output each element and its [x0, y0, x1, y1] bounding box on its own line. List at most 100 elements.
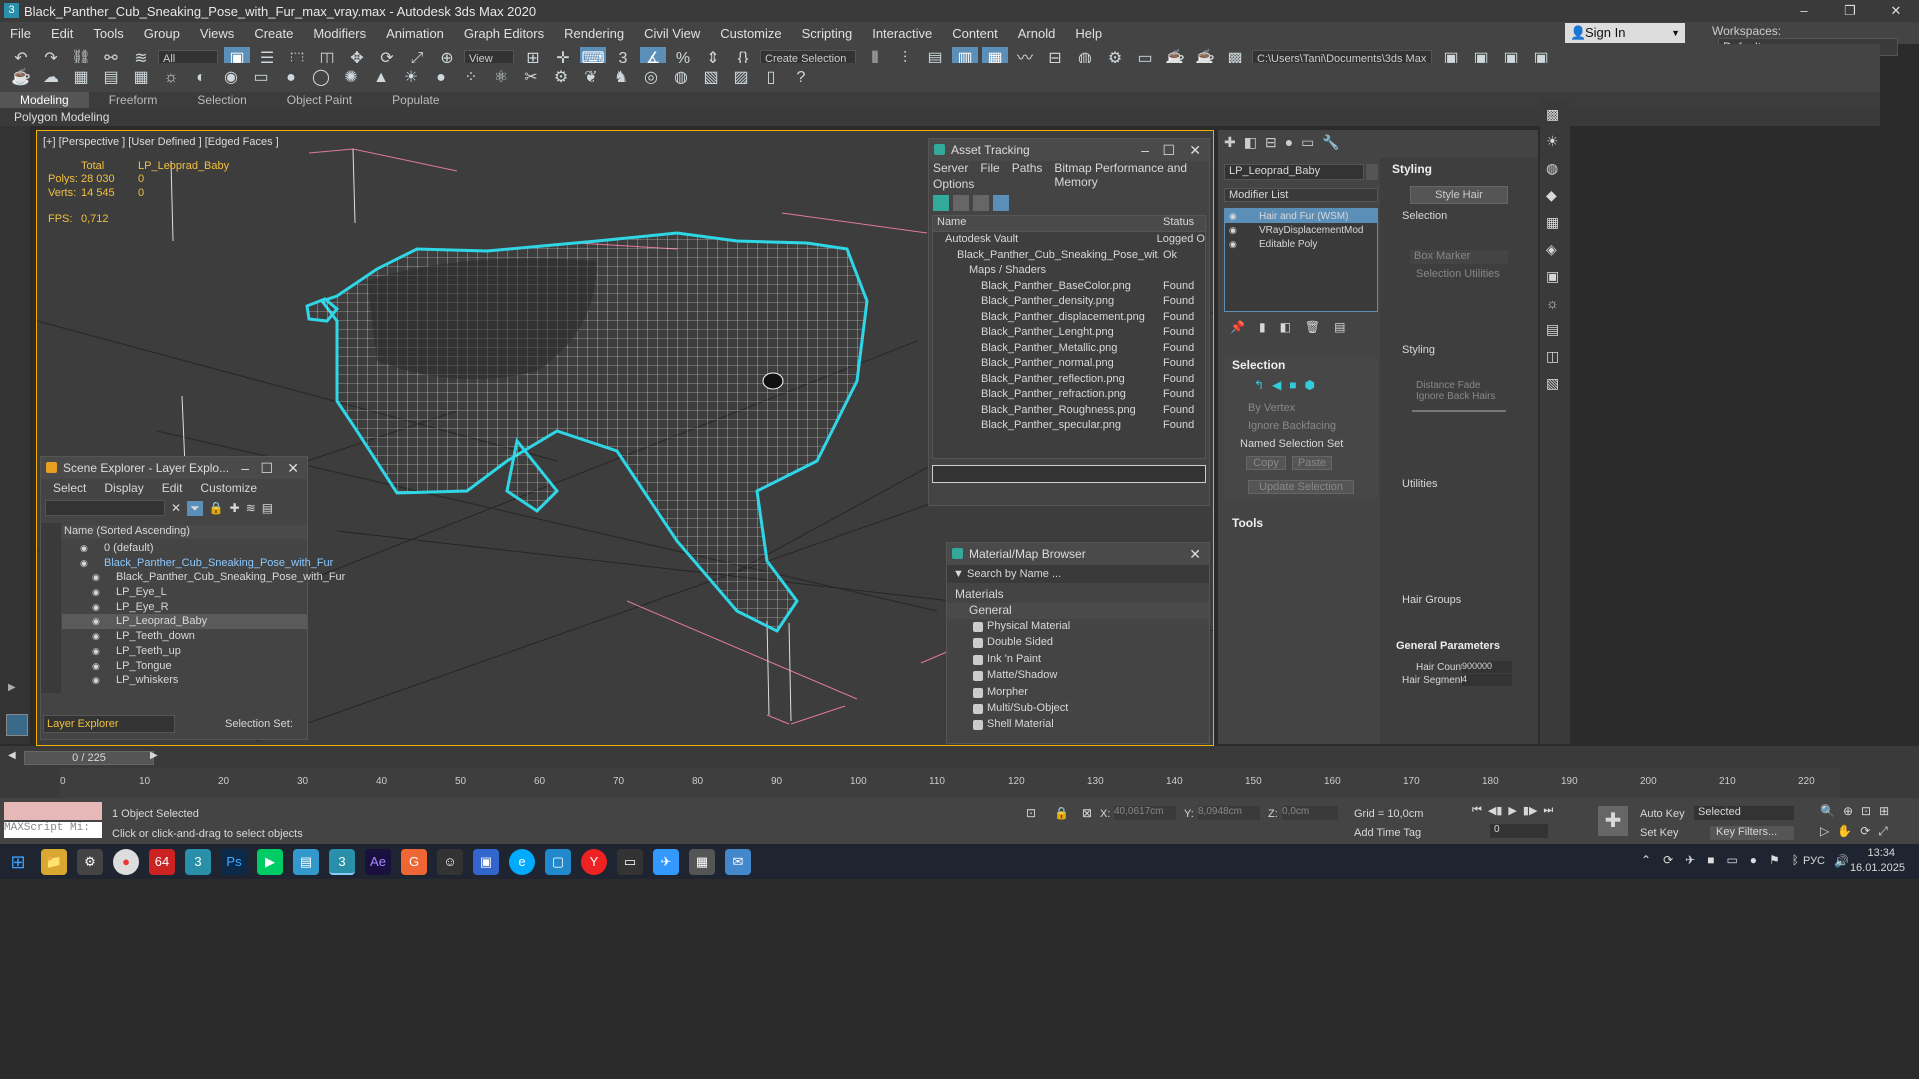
- maxscript-mini-input[interactable]: MAXScript Mi:: [4, 822, 102, 838]
- pan-icon[interactable]: ✋: [1837, 824, 1852, 839]
- create-tab-icon[interactable]: ✚: [1224, 134, 1236, 152]
- app-64-icon[interactable]: 64: [149, 848, 175, 875]
- eye-icon[interactable]: ◉: [92, 629, 100, 644]
- table-row[interactable]: Black_Panther_Cub_Sneaking_Pose_wit... Ok: [933, 248, 1205, 264]
- modifier-list-dropdown[interactable]: Modifier List: [1224, 188, 1378, 202]
- menu-item-edit[interactable]: Edit: [41, 26, 83, 41]
- refresh-icon[interactable]: [933, 195, 949, 211]
- prev-key-icon[interactable]: ◀▮: [1488, 804, 1503, 817]
- eye-icon[interactable]: ◉: [92, 659, 100, 674]
- list-item[interactable]: ◉ Black_Panther_Cub_Sneaking_Pose_with_Fu…: [62, 556, 333, 571]
- light-icon[interactable]: ●: [428, 66, 454, 90]
- material-search-input[interactable]: ▼ Search by Name ...: [947, 565, 1209, 583]
- table-row[interactable]: Black_Panther_displacement.png Found: [933, 310, 1205, 326]
- menu-item-tools[interactable]: Tools: [83, 26, 133, 41]
- bookmark-icon[interactable]: ▯: [758, 66, 784, 90]
- zoom-extents-all-icon[interactable]: ⊞: [1879, 804, 1889, 818]
- menu-item-modifiers[interactable]: Modifiers: [303, 26, 376, 41]
- list-item[interactable]: ◉ Black_Panther_Cub_Sneaking_Pose_with_Fu…: [62, 570, 345, 585]
- modifier-stack-item[interactable]: ◉ Editable Poly: [1225, 237, 1377, 251]
- hair-count-spinner[interactable]: 900000: [1462, 661, 1512, 673]
- pin-stack-icon[interactable]: 📌: [1230, 320, 1245, 334]
- menu-item-civil-view[interactable]: Civil View: [634, 26, 710, 41]
- clipper-icon[interactable]: ✂: [518, 66, 544, 90]
- utilities-tab-icon[interactable]: 🔧: [1322, 134, 1339, 152]
- distance-fade-checkbox[interactable]: Distance Fade: [1380, 380, 1538, 391]
- general-parameters-title[interactable]: General Parameters: [1380, 640, 1538, 652]
- close-icon[interactable]: ✕: [1189, 139, 1201, 161]
- tray-monitor-icon[interactable]: ▭: [1726, 853, 1737, 867]
- tray-bluetooth-icon[interactable]: ᛒ: [1792, 853, 1799, 867]
- asset-menu-file[interactable]: File: [980, 161, 999, 177]
- scene-menu-edit[interactable]: Edit: [162, 479, 183, 497]
- menu-item-arnold[interactable]: Arnold: [1008, 26, 1066, 41]
- sky-icon[interactable]: ☁: [38, 66, 64, 90]
- layer-settings-icon[interactable]: ▤: [262, 501, 273, 515]
- shell-icon[interactable]: ◎: [638, 66, 664, 90]
- vray-icon[interactable]: ◆: [1546, 187, 1564, 204]
- after-effects-icon[interactable]: Ae: [365, 848, 391, 875]
- lock-selection-icon[interactable]: 🔒: [1054, 806, 1069, 820]
- asset-menu-server[interactable]: Server: [933, 161, 968, 177]
- show-end-result-icon[interactable]: ▮: [1259, 320, 1266, 334]
- fur-icon[interactable]: ✺: [338, 66, 364, 90]
- list-item[interactable]: ◉ LP_Teeth_down: [62, 629, 307, 644]
- ribbon-tab-populate[interactable]: Populate: [372, 92, 459, 108]
- eye-icon[interactable]: ◉: [1229, 209, 1237, 224]
- menu-item-scripting[interactable]: Scripting: [792, 26, 863, 41]
- plane-icon[interactable]: ▭: [248, 66, 274, 90]
- material-item[interactable]: Matte/Shadow: [947, 668, 1209, 684]
- list-item[interactable]: ◉ LP_Teeth_up: [62, 644, 307, 659]
- object-name-field[interactable]: LP_Leoprad_Baby: [1224, 164, 1364, 180]
- mail-icon[interactable]: ✉: [725, 848, 751, 875]
- element-icon[interactable]: ⬢: [1305, 378, 1315, 392]
- list-item[interactable]: ◉ LP_Eye_R: [62, 600, 307, 615]
- x-coordinate-field[interactable]: 40,0617cm: [1114, 806, 1176, 820]
- menu-item-customize[interactable]: Customize: [710, 26, 791, 41]
- maximize-viewport-icon[interactable]: ⤢: [1878, 824, 1888, 839]
- material-item[interactable]: Ink 'n Paint: [947, 652, 1209, 668]
- ribbon-tab-freeform[interactable]: Freeform: [89, 92, 178, 108]
- table-row[interactable]: Black_Panther_Roughness.png Found: [933, 403, 1205, 419]
- tray-telegram-icon[interactable]: ✈: [1685, 853, 1695, 867]
- eye-icon[interactable]: ◉: [92, 673, 100, 688]
- eye-icon[interactable]: ◉: [92, 570, 100, 585]
- menu-item-content[interactable]: Content: [942, 26, 1008, 41]
- checker-icon[interactable]: ▩: [1546, 106, 1564, 123]
- set-key-big-icon[interactable]: ✚: [1598, 806, 1628, 836]
- light-icon[interactable]: ☼: [1546, 295, 1564, 311]
- absolute-mode-icon[interactable]: ⊠: [1082, 806, 1092, 820]
- lock-icon[interactable]: 🔒: [209, 501, 224, 515]
- style-hair-button[interactable]: Style Hair: [1410, 186, 1508, 204]
- list-icon[interactable]: [953, 195, 969, 211]
- zoom-icon[interactable]: 🔍: [1820, 804, 1835, 818]
- box-marker-dropdown[interactable]: Box Marker: [1410, 250, 1508, 264]
- go-to-end-icon[interactable]: ⏭: [1543, 804, 1553, 817]
- language-indicator[interactable]: РУС: [1803, 855, 1825, 867]
- object-color-swatch[interactable]: [1366, 164, 1378, 180]
- scene-menu-display[interactable]: Display: [104, 479, 143, 497]
- menu-item-views[interactable]: Views: [190, 26, 244, 41]
- list-item[interactable]: ◉ LP_Tongue: [62, 659, 307, 674]
- close-button[interactable]: ✕: [1873, 0, 1919, 22]
- prev-frame-icon[interactable]: ◀: [8, 750, 16, 761]
- face-icon[interactable]: ◀: [1272, 378, 1281, 392]
- eye-icon[interactable]: ◉: [92, 614, 100, 629]
- maximize-button[interactable]: ❐: [1827, 0, 1873, 22]
- tray-chevron-icon[interactable]: ⌃: [1641, 853, 1651, 867]
- isolate-icon[interactable]: ⊡: [1026, 806, 1036, 820]
- selection-rollout-title[interactable]: Selection: [1224, 356, 1378, 374]
- sun-icon[interactable]: ☀: [398, 66, 424, 90]
- set-key-button[interactable]: Set Key: [1640, 827, 1679, 839]
- terminal-icon[interactable]: ▭: [617, 848, 643, 875]
- table-icon[interactable]: ▤: [1546, 321, 1564, 338]
- scene-explorer-titlebar[interactable]: Scene Explorer - Layer Explo... – ☐ ✕: [41, 457, 307, 479]
- file-explorer-icon[interactable]: 📁: [41, 848, 67, 875]
- scene-search-input[interactable]: [45, 500, 165, 516]
- clock-date[interactable]: 16.01.2025: [1850, 862, 1905, 874]
- tray-network-icon[interactable]: ⚑: [1769, 853, 1780, 867]
- table-row[interactable]: Autodesk Vault Logged O: [933, 232, 1205, 248]
- key-mode-dropdown[interactable]: Selected: [1694, 806, 1794, 820]
- go-to-start-icon[interactable]: ⏮: [1472, 804, 1482, 817]
- calculator-icon[interactable]: ▦: [689, 848, 715, 875]
